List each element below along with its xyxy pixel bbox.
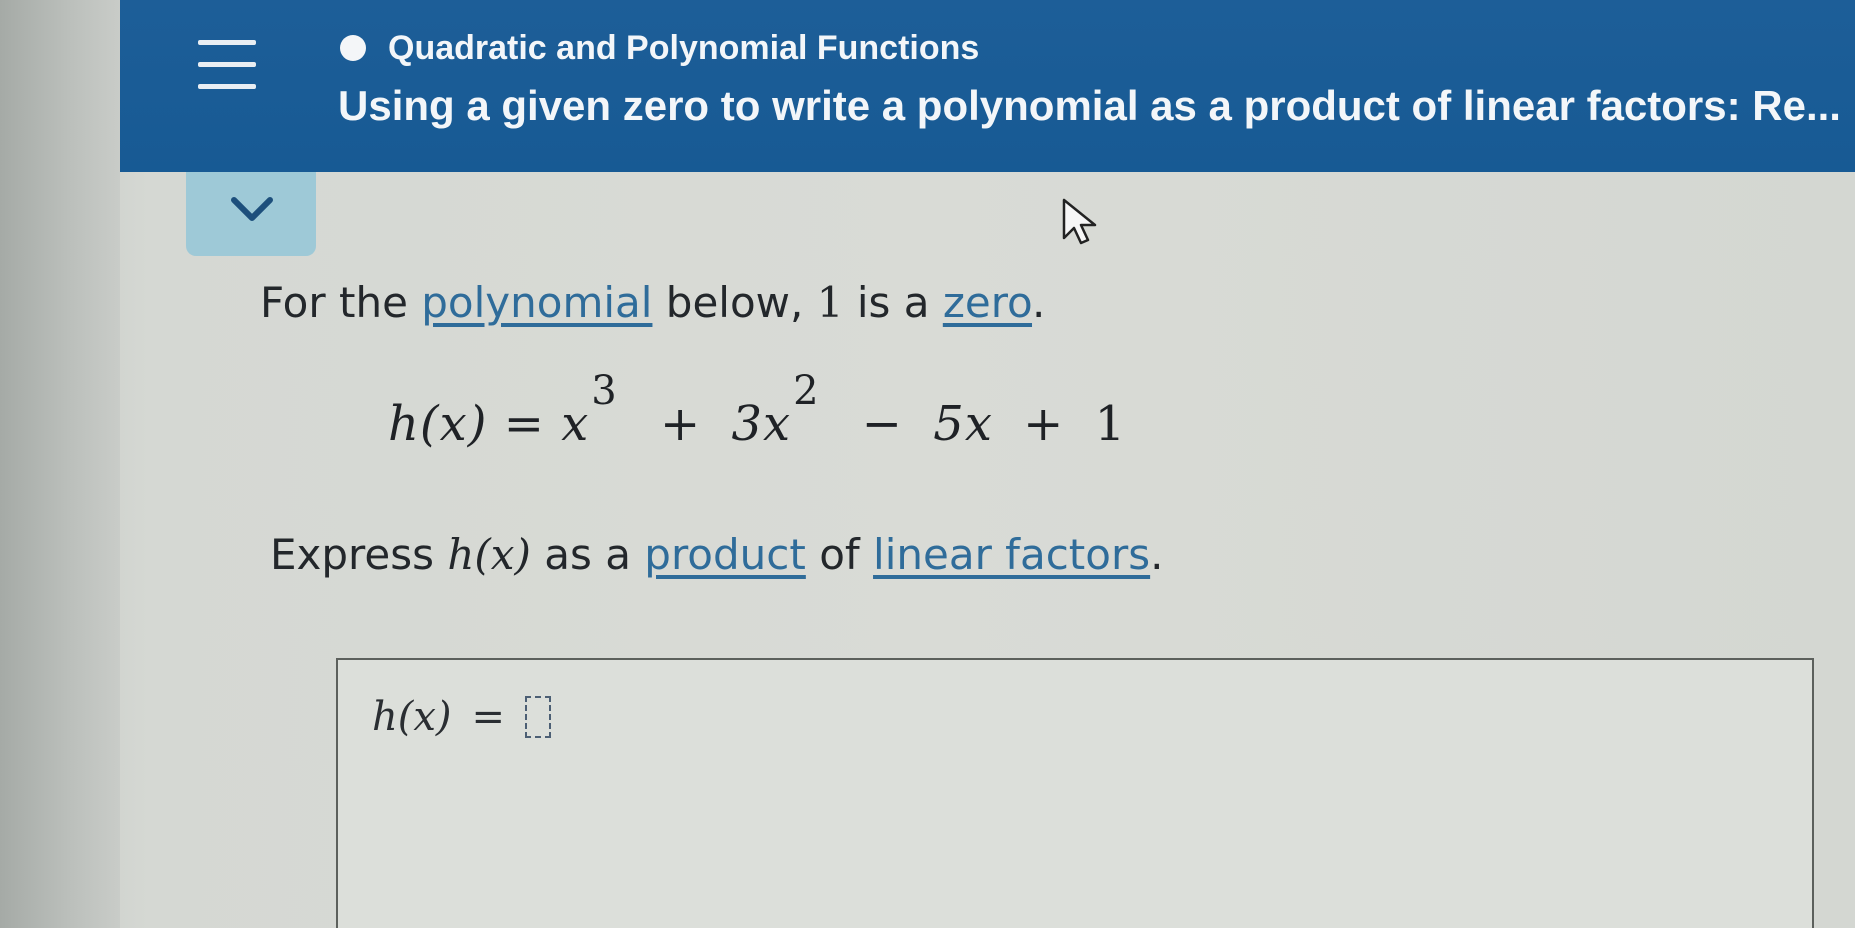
term4: 1	[1094, 396, 1127, 452]
zero-glossary-link[interactable]: zero	[943, 278, 1032, 327]
question-prefix: For the	[260, 278, 422, 327]
operator-plus-1: +	[659, 396, 702, 452]
answer-equals: =	[471, 694, 506, 740]
product-glossary-link[interactable]: product	[644, 530, 806, 579]
answer-area: h(x) =	[336, 658, 1814, 928]
operator-plus-2: +	[1023, 396, 1065, 452]
page: Quadratic and Polynomial Functions Using…	[0, 0, 1855, 928]
polynomial-equation: h(x) = x3 + 3x2 − 5x + 1	[388, 368, 1127, 452]
lesson-title: Using a given zero to write a polynomial…	[338, 82, 1841, 129]
screen-bezel	[0, 0, 120, 928]
instruction-of: of	[805, 530, 874, 579]
question-middle: below,	[652, 278, 817, 327]
term1-exponent: 3	[591, 368, 618, 414]
term1-base: x	[561, 396, 590, 452]
question-text: For the polynomial below, 1 is a zero.	[260, 278, 1045, 327]
term3: 5x	[933, 396, 993, 452]
term2-exponent: 2	[793, 368, 820, 414]
equation-lhs: h(x)	[388, 396, 488, 452]
mouse-cursor-icon	[1062, 198, 1097, 245]
menu-line	[198, 62, 256, 67]
topic-row: Quadratic and Polynomial Functions	[340, 22, 979, 74]
chevron-down-icon	[231, 197, 273, 221]
equation-equals: =	[503, 396, 545, 452]
answer-input[interactable]	[525, 696, 552, 738]
topic-dot-icon	[340, 35, 366, 61]
question-is-a: is a	[843, 278, 943, 327]
topic-title: Quadratic and Polynomial Functions	[388, 28, 980, 67]
collapse-header-button[interactable]	[186, 172, 316, 256]
hamburger-menu-icon[interactable]	[196, 34, 258, 98]
instruction-prefix: Express	[270, 530, 448, 579]
instruction-period: .	[1150, 530, 1164, 579]
polynomial-glossary-link[interactable]: polynomial	[421, 278, 652, 327]
zero-value: 1	[816, 278, 844, 327]
operator-minus: −	[861, 396, 904, 452]
answer-label: h(x)	[372, 694, 452, 740]
instruction-function: h(x)	[447, 530, 531, 579]
question-period: .	[1032, 278, 1046, 327]
answer-row: h(x) =	[372, 694, 552, 740]
menu-line	[198, 84, 256, 89]
instruction-text: Express h(x) as a product of linear fact…	[270, 530, 1163, 579]
menu-line	[198, 40, 256, 45]
instruction-middle: as a	[530, 530, 645, 579]
term2-base: 3x	[731, 396, 792, 452]
linear-factors-glossary-link[interactable]: linear factors	[873, 530, 1150, 579]
